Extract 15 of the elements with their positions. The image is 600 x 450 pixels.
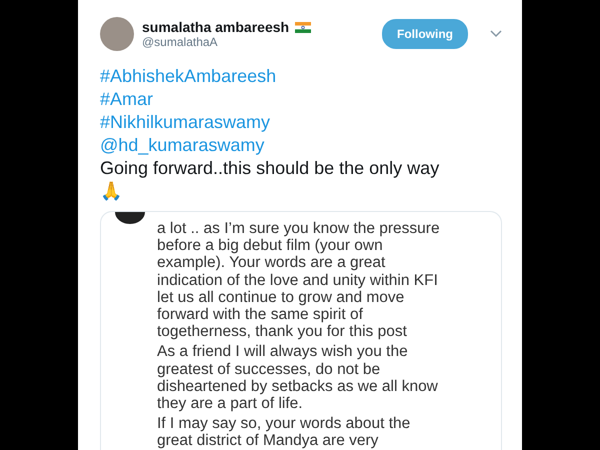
hashtag-link[interactable]: #Nikhilkumaraswamy [100, 111, 502, 134]
hashtag-link[interactable]: #Amar [100, 88, 502, 111]
author-name[interactable]: sumalatha ambareesh [142, 19, 290, 35]
following-button[interactable]: Following [382, 19, 468, 49]
tweet-text: Going forward..this should be the only way [100, 157, 440, 180]
hashtag-link[interactable]: #AbhishekAmbareesh [100, 65, 502, 88]
comment-paragraph: As a friend I will always wish you the greatest of successes, do not be disheartened by setbacks as we all know they are a part of life. [157, 343, 439, 412]
flag-icon [295, 22, 312, 32]
comment-paragraph: If I may say so, your words about the great district of Mandya are very [157, 415, 412, 450]
tweet-text: 🙏 [100, 180, 123, 203]
author-handle: @sumalathaA [142, 35, 219, 49]
comment-paragraph: a lot .. as I’m sure you know the pressure before a big debut film (your own example). Your words are a great indication of the love and unity within KFI let us all continue to grow and move forward with the same spirit of togetherness, thank you for this post [157, 220, 441, 340]
chevron-down-icon[interactable] [490, 30, 502, 38]
avatar[interactable] [100, 17, 134, 51]
mention-link[interactable]: @hd_kumaraswamy [100, 134, 502, 157]
